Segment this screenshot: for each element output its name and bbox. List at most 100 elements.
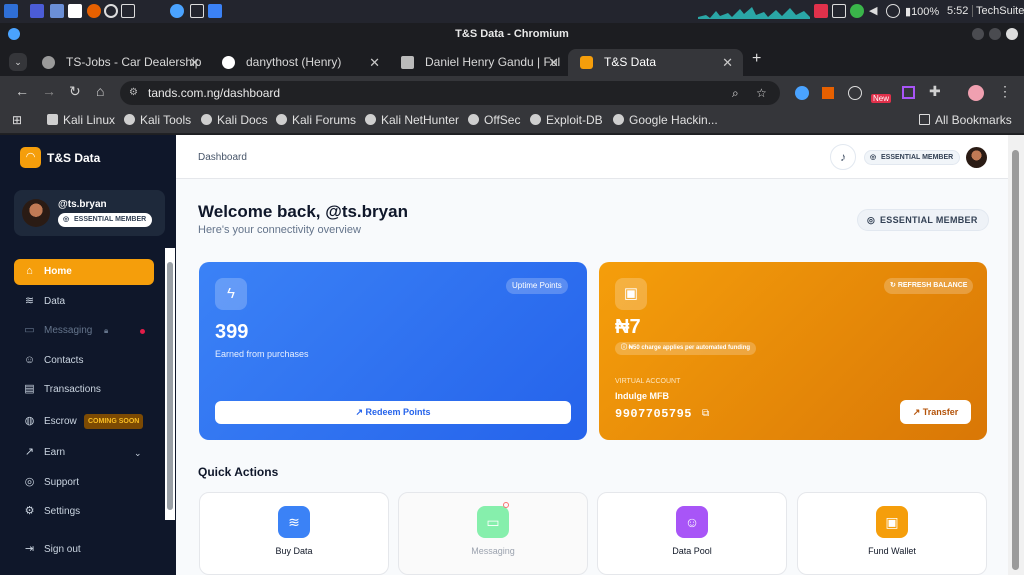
bookmark-kali-tools[interactable]: Kali Tools: [124, 113, 191, 127]
display-icon[interactable]: [832, 4, 846, 18]
bookmark-label: Kali Tools: [140, 113, 192, 127]
gear-icon: ⚙: [24, 505, 35, 517]
wifi-icon: ≋: [24, 295, 35, 307]
kali-icon: [47, 114, 58, 125]
nav-data[interactable]: ≋ Data: [14, 289, 154, 315]
nav-settings[interactable]: ⚙ Settings: [14, 499, 154, 525]
nav-support[interactable]: ◎ Support: [14, 470, 154, 496]
nav-label: Messaging: [44, 325, 93, 336]
qa-label: Data Pool: [672, 546, 712, 556]
lightning-icon: ϟ: [215, 278, 247, 310]
qa-fund-wallet[interactable]: ▣ Fund Wallet: [797, 492, 987, 575]
page-scroll-thumb[interactable]: [1012, 150, 1019, 570]
close-window-icon[interactable]: [1006, 28, 1018, 40]
maximize-icon[interactable]: [989, 28, 1001, 40]
clock[interactable]: 5:52: [947, 5, 968, 17]
message-icon: ▭: [477, 506, 509, 538]
document-icon[interactable]: [68, 4, 82, 18]
settings-tray-icon[interactable]: [886, 4, 900, 18]
terminal-icon[interactable]: [121, 4, 135, 18]
tab-ts-data[interactable]: T&S Data ✕: [568, 49, 743, 76]
kali-menu-icon[interactable]: [4, 4, 18, 18]
apps-icon[interactable]: ⊞: [12, 113, 22, 127]
session-user[interactable]: TechSuite: [972, 5, 1024, 17]
site-info-icon[interactable]: ⚙: [129, 81, 138, 105]
kali-icon: [124, 114, 135, 125]
block-icon[interactable]: [104, 4, 118, 18]
bookmark-offsec[interactable]: OffSec: [468, 113, 520, 127]
new-tab-button[interactable]: +: [752, 50, 761, 68]
bookmark-kali-forums[interactable]: Kali Forums: [276, 113, 356, 127]
avatar: [22, 199, 50, 227]
bookmark-kali-docs[interactable]: Kali Docs: [201, 113, 268, 127]
logout-icon: ⇥: [24, 543, 35, 555]
bookmark-label: Kali Linux: [63, 113, 116, 127]
bookmark-google-hacking[interactable]: Google Hackin...: [613, 113, 718, 127]
badge-label: ESSENTIAL MEMBER: [881, 154, 954, 161]
nav-label: Sign out: [44, 544, 81, 555]
url-text: tands.com.ng/dashboard: [148, 86, 281, 100]
reload-icon[interactable]: ↻: [69, 83, 81, 100]
bell-icon[interactable]: ♪: [830, 144, 856, 170]
nav-transactions[interactable]: ▤ Transactions: [14, 377, 154, 403]
volume-icon[interactable]: ◀: [869, 4, 883, 18]
window-app-icon: [8, 28, 20, 40]
extension-color-icon[interactable]: [902, 86, 915, 99]
firefox-icon[interactable]: [87, 4, 101, 18]
forward-icon[interactable]: →: [42, 83, 56, 99]
extension-icon[interactable]: [795, 86, 809, 100]
tab-close-icon[interactable]: ✕: [189, 49, 200, 76]
extension-fox-icon[interactable]: [822, 87, 834, 99]
extensions-puzzle-icon[interactable]: ✚: [929, 83, 941, 100]
update-icon[interactable]: [850, 4, 864, 18]
bookmark-star-icon[interactable]: ☆: [756, 81, 767, 105]
tab-ts-jobs[interactable]: TS-Jobs - Car Dealership ✕: [30, 49, 210, 76]
tray-icon[interactable]: [814, 4, 828, 18]
tab-portfolio[interactable]: Daniel Henry Gandu | Ful ✕: [389, 49, 569, 76]
address-bar[interactable]: ⚙ tands.com.ng/dashboard ⌕ ☆: [120, 81, 780, 105]
bookmark-kali-linux[interactable]: Kali Linux: [47, 113, 115, 127]
extension-w-icon[interactable]: [848, 86, 862, 100]
sidebar-scroll-thumb[interactable]: [167, 262, 173, 510]
transfer-button[interactable]: ↗ Transfer: [900, 400, 971, 424]
tab-label: danythost (Henry): [246, 55, 342, 69]
bookmark-exploit-db[interactable]: Exploit-DB: [530, 113, 603, 127]
tab-close-icon[interactable]: ✕: [548, 49, 559, 76]
minimize-icon[interactable]: [972, 28, 984, 40]
chevron-down-icon[interactable]: ⌄: [134, 440, 142, 466]
profile-icon[interactable]: [968, 85, 984, 101]
battery-indicator[interactable]: ▮100%: [905, 5, 939, 18]
refresh-balance-button[interactable]: ↻ REFRESH BALANCE: [884, 278, 974, 294]
tab-close-icon[interactable]: ✕: [722, 49, 733, 76]
note-text: ₦50 charge applies per automated funding: [628, 345, 751, 351]
signout-button[interactable]: ⇥ Sign out: [14, 537, 154, 563]
exploit-db-icon: [530, 114, 541, 125]
nav-earn[interactable]: ↗ Earn ⌄: [14, 440, 154, 466]
app-icon[interactable]: [208, 4, 222, 18]
qa-data-pool[interactable]: ☺ Data Pool: [597, 492, 787, 575]
nav-label: Transactions: [44, 384, 101, 395]
home-icon[interactable]: ⌂: [96, 83, 104, 99]
network-graph-icon: [698, 7, 810, 19]
files-icon[interactable]: [50, 4, 64, 18]
tab-github[interactable]: danythost (Henry) ✕: [210, 49, 390, 76]
copy-icon[interactable]: ⧉: [702, 408, 709, 419]
page-title: Welcome back, @ts.bryan: [198, 202, 408, 221]
chromium-icon[interactable]: [170, 4, 184, 18]
qa-buy-data[interactable]: ≋ Buy Data: [199, 492, 389, 575]
tab-search-icon[interactable]: ⌄: [9, 53, 27, 71]
header-avatar[interactable]: [966, 147, 987, 168]
back-icon[interactable]: ←: [15, 83, 29, 99]
redeem-points-button[interactable]: ↗ Redeem Points: [215, 401, 571, 424]
zoom-icon[interactable]: ⌕: [732, 81, 739, 105]
desktop-icon[interactable]: [30, 4, 44, 18]
page-subtitle: Here's your connectivity overview: [198, 224, 361, 236]
tab-close-icon[interactable]: ✕: [369, 49, 380, 76]
bookmark-kali-nethunter[interactable]: Kali NetHunter: [365, 113, 459, 127]
all-bookmarks[interactable]: All Bookmarks: [919, 113, 1012, 127]
nav-home[interactable]: ⌂ Home: [14, 259, 154, 285]
kali-icon: [201, 114, 212, 125]
menu-kebab-icon[interactable]: ⋮: [998, 83, 1012, 100]
terminal2-icon[interactable]: [190, 4, 204, 18]
nav-contacts[interactable]: ☺ Contacts: [14, 348, 154, 374]
